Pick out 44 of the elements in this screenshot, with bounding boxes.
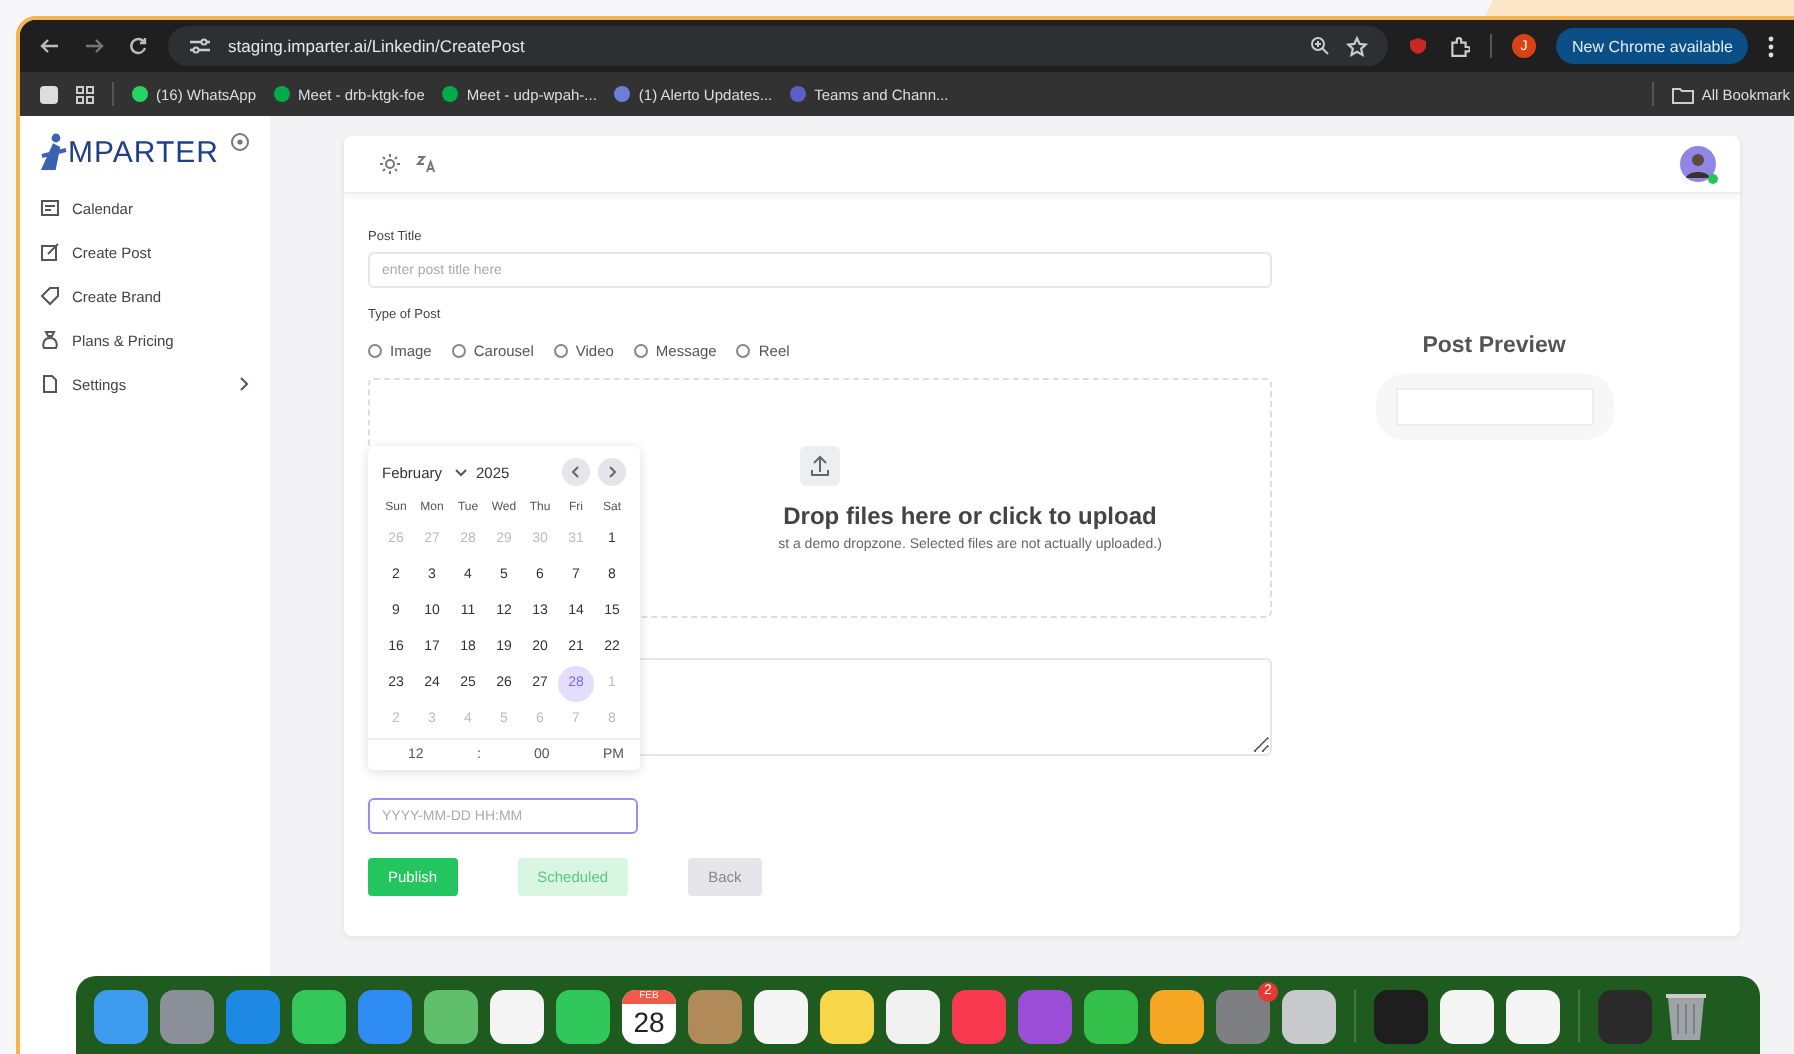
caret-down-icon [454,467,469,477]
address-bar[interactable]: staging.imparter.ai/Linkedin/CreatePost [168,26,1388,66]
app-icon[interactable] [886,989,940,1043]
app-icon[interactable] [424,989,478,1043]
avatar[interactable] [1680,146,1716,182]
chevron-right-icon[interactable] [238,376,250,392]
next-month-icon[interactable] [598,458,626,486]
previous-month-icon[interactable] [562,458,590,486]
file-icon [40,374,60,394]
app-icon[interactable] [820,989,874,1043]
calendar-icon [40,198,60,218]
zoom-icon[interactable] [1310,36,1330,56]
forward-arrow-icon[interactable] [84,36,104,56]
app-icon[interactable] [754,989,808,1043]
app-icon[interactable] [1506,989,1560,1043]
more-menu-icon[interactable] [1768,35,1775,57]
collapse-toggle-icon[interactable] [230,132,250,152]
reload-icon[interactable] [128,36,148,56]
logo: MPARTER [40,132,219,172]
back-arrow-icon[interactable] [40,36,60,56]
app-icon[interactable] [490,989,544,1043]
tag-icon [40,286,60,306]
preview-title: Post Preview [1422,334,1566,358]
app-icon[interactable] [1150,989,1204,1043]
sun-icon[interactable] [380,154,400,174]
bag-icon [40,330,60,350]
app-icon[interactable] [556,989,610,1043]
puzzle-icon[interactable] [1448,35,1470,57]
update-button[interactable]: New Chrome available [1556,28,1749,64]
star-icon[interactable] [1346,35,1368,57]
app-icon[interactable] [1440,989,1494,1043]
apps-grid-icon[interactable] [76,85,94,103]
app-icon[interactable] [292,989,346,1043]
folder-icon [1671,85,1694,103]
upload-icon [800,445,840,485]
shield-icon[interactable] [1408,36,1428,56]
translate-icon[interactable] [416,154,436,174]
app-icon[interactable] [1084,989,1138,1043]
site-settings-icon[interactable] [188,36,212,56]
trash-icon[interactable] [1664,990,1708,1042]
app-icon[interactable] [1282,989,1336,1043]
dropzone-title: Drop files here or click to upload [783,501,1157,529]
square-icon[interactable] [40,85,58,103]
edit-icon [40,242,60,262]
